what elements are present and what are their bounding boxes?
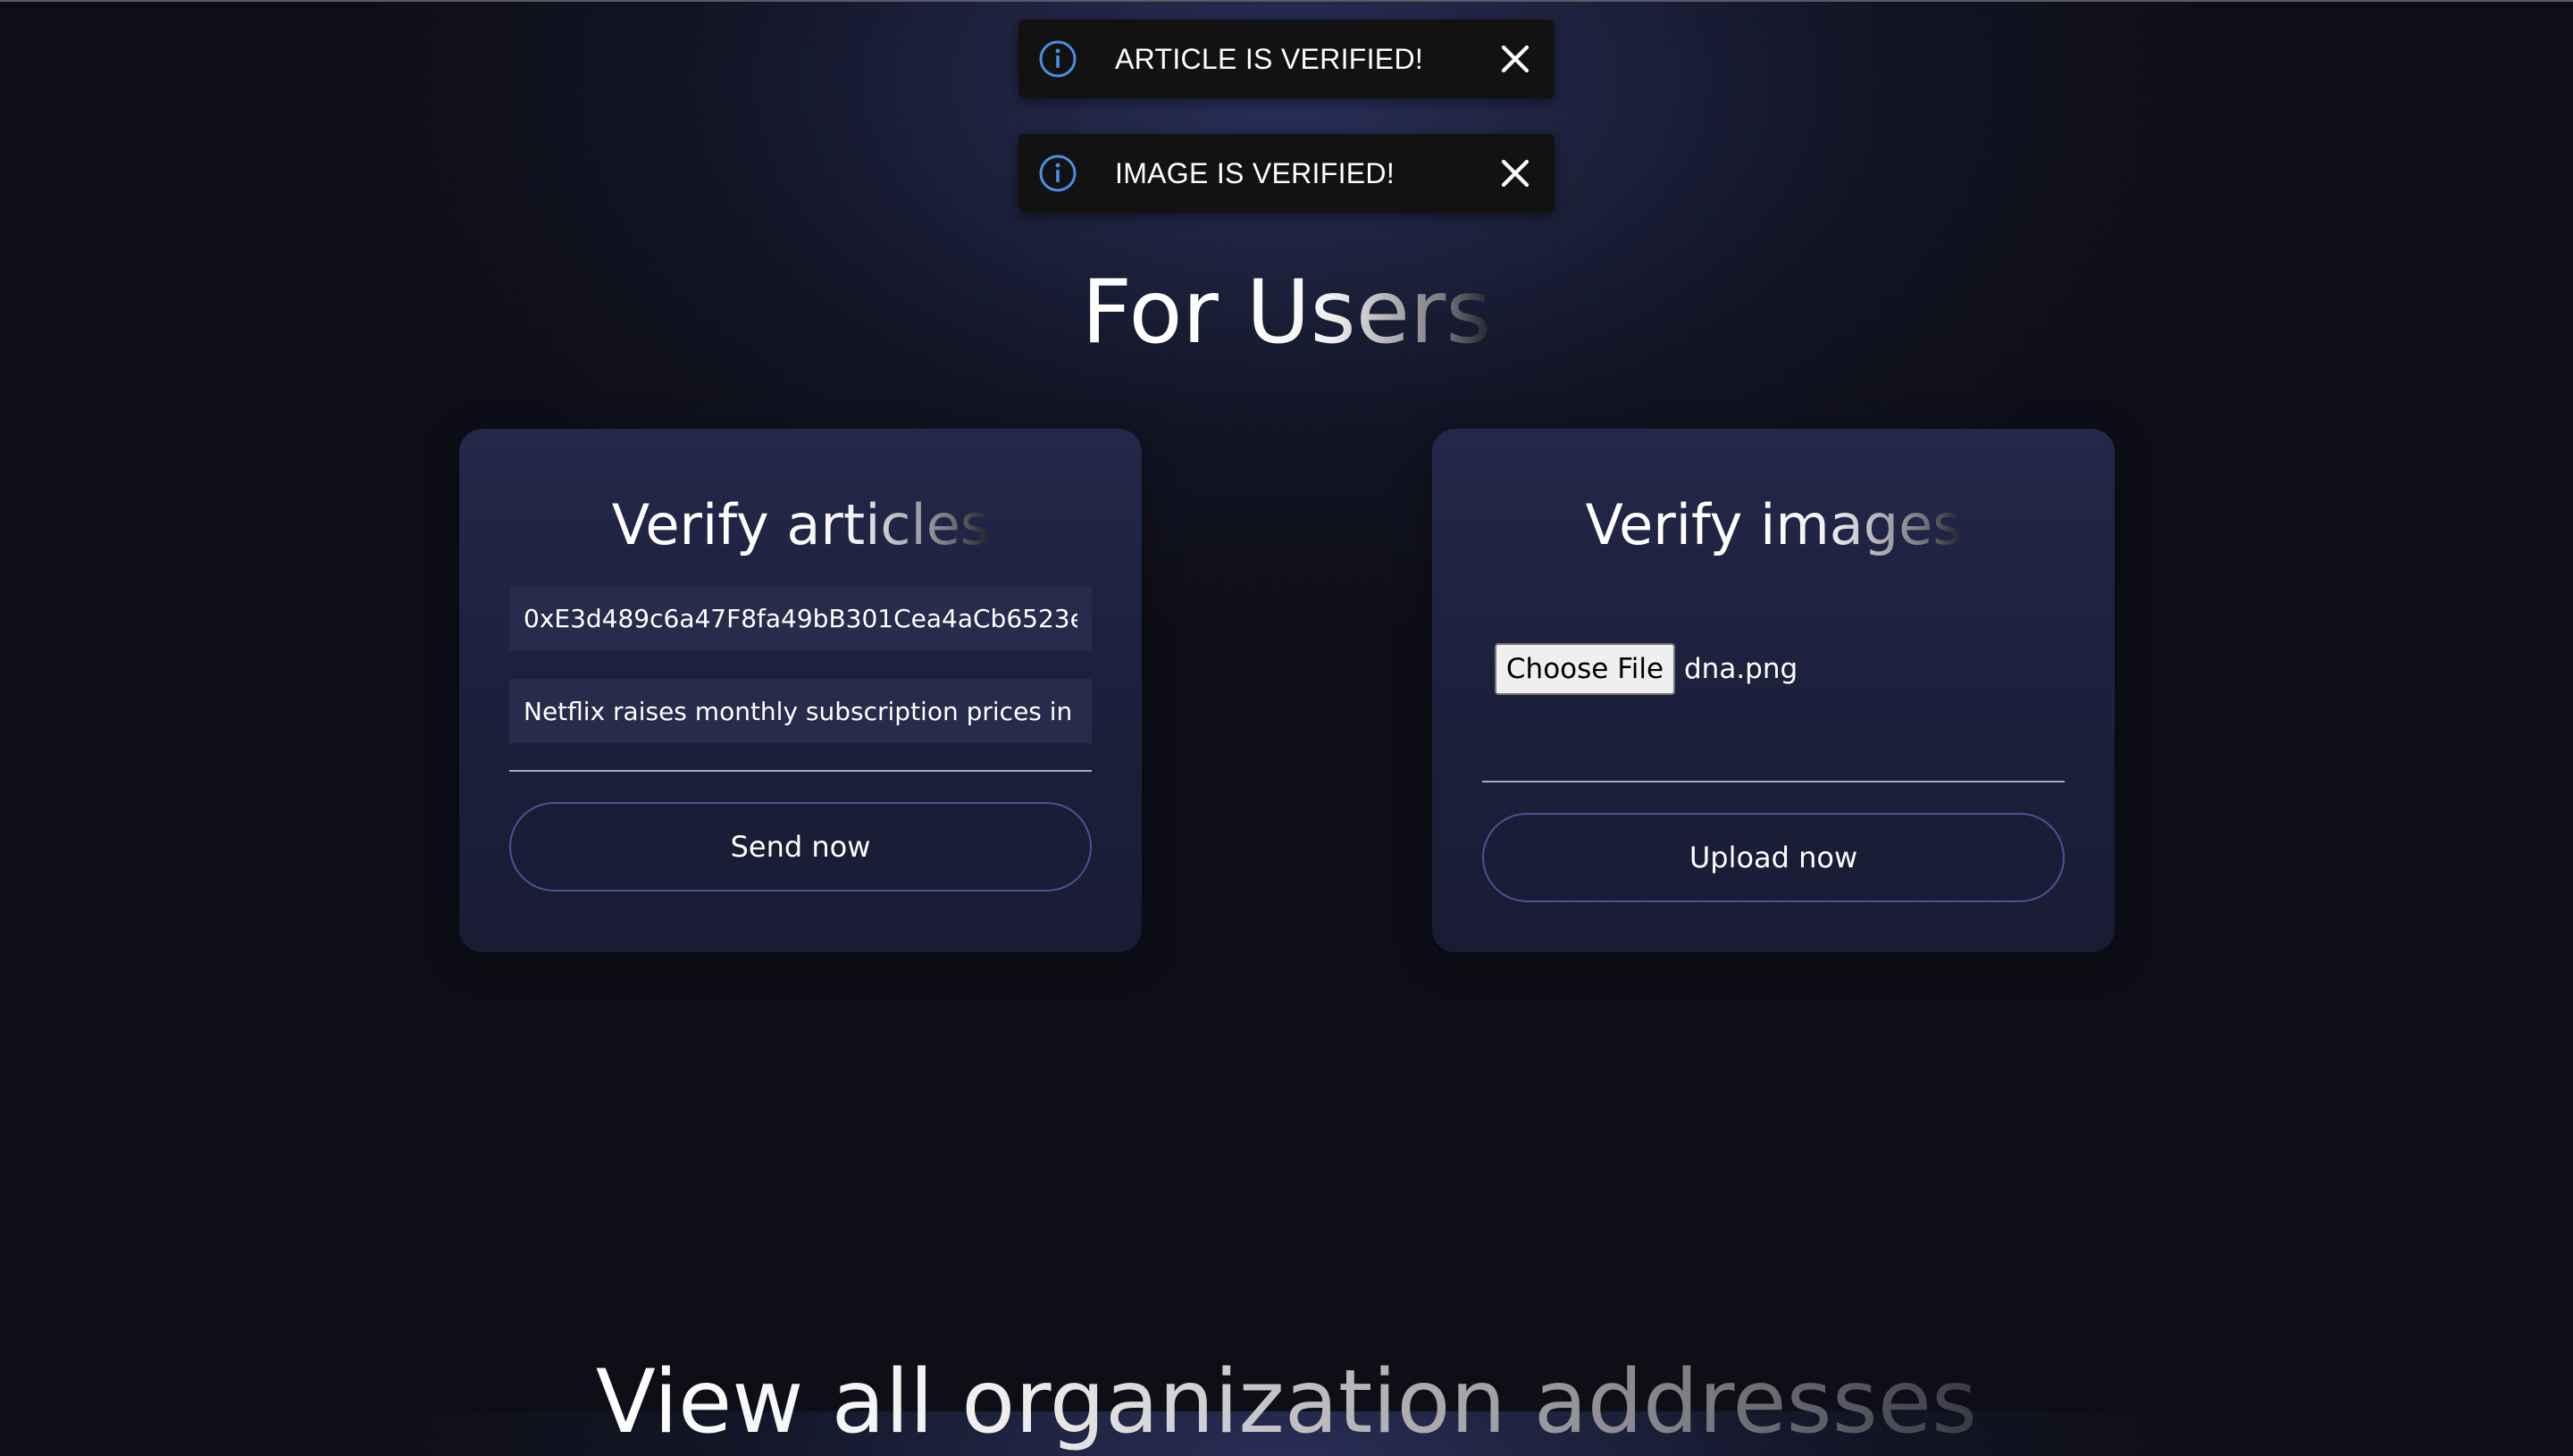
close-icon[interactable] [1496,39,1535,79]
card-title-part2: articles [786,492,990,557]
card-title-part1: Verify [1585,492,1761,557]
toast-message: IMAGE IS VERIFIED! [1115,157,1395,189]
title-part1: View all organization [595,1351,1534,1453]
section-title: For Users [0,259,2573,366]
verify-images-title: Verify images [1432,490,2115,561]
organization-addresses-title-text: View all organization addresses [596,1351,1977,1453]
article-title-input[interactable] [509,679,1092,743]
upload-now-button[interactable]: Upload now [1482,813,2065,902]
verify-articles-title: Verify articles [459,490,1142,561]
info-icon [1039,155,1077,192]
verify-images-card: Verify images Choose File dna.png Upload… [1432,429,2115,952]
selected-file-name: dna.png [1684,653,1798,685]
article-address-input[interactable] [509,586,1092,650]
info-icon [1039,40,1077,78]
top-border [0,0,2573,2]
verify-articles-card: Verify articles Send now [459,429,1142,952]
section-title-part1: For [1081,262,1246,364]
divider [1482,781,2065,782]
section-title-part2: Users [1245,262,1492,364]
send-now-button[interactable]: Send now [509,802,1092,891]
close-icon[interactable] [1496,154,1535,193]
card-title-part2: images [1760,492,1962,557]
title-part2: addresses [1533,1351,1978,1453]
toast-image-verified: IMAGE IS VERIFIED! [1018,134,1555,213]
organization-addresses-title: View all organization addresses [0,1349,2573,1456]
divider [509,770,1092,772]
card-title-part1: Verify [611,492,787,557]
toast-message: ARTICLE IS VERIFIED! [1115,43,1424,75]
toast-article-verified: ARTICLE IS VERIFIED! [1018,20,1555,98]
choose-file-button[interactable]: Choose File [1495,643,1675,695]
